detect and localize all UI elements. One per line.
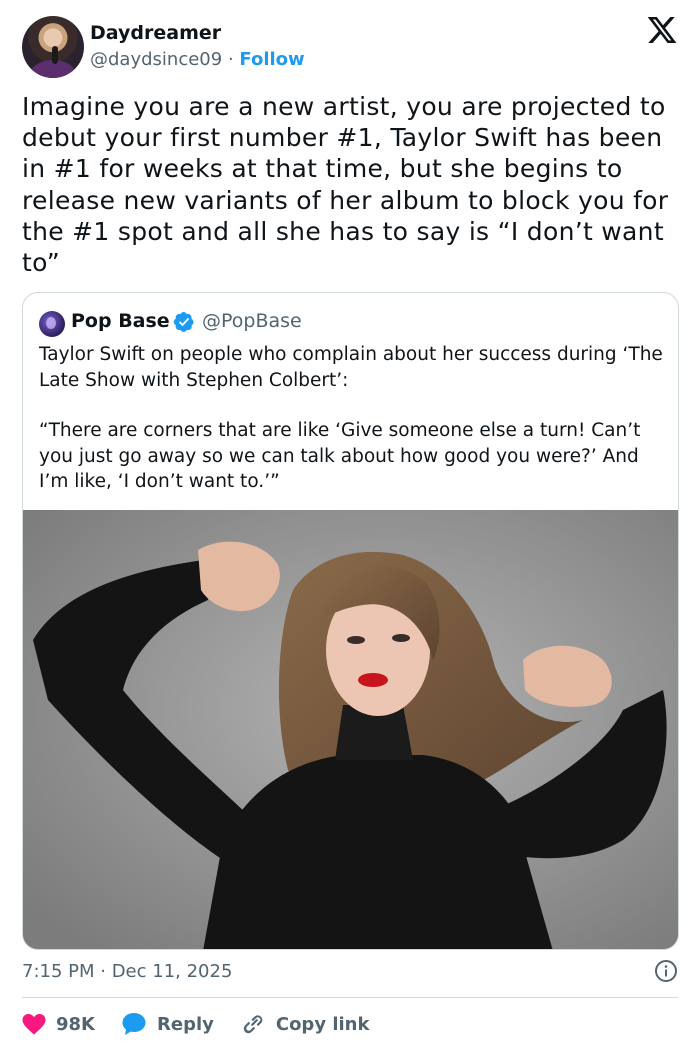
quoted-author-name[interactable]: Pop Base — [71, 310, 170, 332]
quoted-tweet-text: Taylor Swift on people who complain abou… — [39, 342, 669, 520]
footer-divider — [22, 997, 678, 998]
like-button[interactable]: 98K — [22, 1013, 95, 1035]
reply-bubble-icon — [122, 1013, 146, 1035]
tweet-timestamp[interactable]: 7:15 PM · Dec 11, 2025 — [22, 961, 232, 982]
avatar-microphone — [52, 46, 58, 64]
x-logo-icon[interactable] — [646, 14, 678, 46]
quoted-tweet[interactable]: Pop Base @PopBase Taylor Swift on people… — [22, 292, 679, 950]
copy-link-button[interactable]: Copy link — [240, 1011, 370, 1037]
quoted-author-handle[interactable]: @PopBase — [202, 310, 302, 332]
action-bar: 98K Reply Copy link — [22, 1010, 395, 1038]
author-display-name[interactable]: Daydreamer — [90, 22, 221, 44]
quoted-photo[interactable] — [23, 510, 678, 949]
verified-badge-icon — [173, 312, 194, 332]
reply-label: Reply — [157, 1013, 214, 1035]
quoted-author-avatar[interactable] — [39, 311, 65, 337]
author-handle[interactable]: @daydsince09 — [90, 49, 222, 70]
photo-illustration — [23, 510, 678, 949]
author-avatar[interactable] — [22, 16, 84, 78]
tweet-text: Imagine you are a new artist, you are pr… — [22, 92, 669, 278]
quoted-paragraph-2: “There are corners that are like ‘Give s… — [39, 420, 641, 492]
reply-button[interactable]: Reply — [121, 1012, 214, 1036]
copy-link-label: Copy link — [275, 1013, 370, 1035]
follow-button[interactable]: Follow — [239, 49, 304, 70]
likes-count: 98K — [56, 1013, 95, 1035]
heart-icon — [22, 1014, 46, 1035]
tweet-embed-card: Daydreamer @daydsince09 · Follow Imagine… — [0, 0, 700, 1051]
handle-separator: · — [227, 49, 234, 70]
author-handle-row: @daydsince09 · Follow — [90, 49, 305, 70]
quoted-paragraph-1: Taylor Swift on people who complain abou… — [39, 344, 663, 391]
link-icon — [243, 1015, 263, 1034]
info-icon[interactable] — [654, 959, 678, 983]
